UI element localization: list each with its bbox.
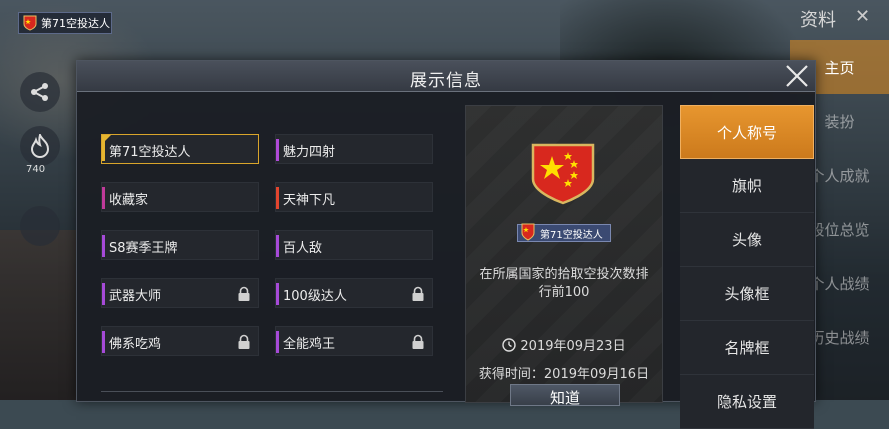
rarity-bar [102,331,105,353]
rarity-bar [102,187,105,209]
tab-avatar-frame[interactable]: 头像框 [680,267,814,321]
lock-icon [412,334,424,349]
flame-icon [30,134,50,158]
china-flag-icon [521,223,535,241]
title-item[interactable]: 天神下凡 [275,182,433,212]
share-icon [31,83,48,101]
profile-menu-title: 资料 [800,10,836,31]
title-item[interactable]: 武器大师 [101,278,259,308]
title-item-name: S8赛季王牌 [109,241,178,256]
dialog-close-button[interactable] [779,61,815,91]
title-description: 在所属国家的拾取空投次数排行前100 [466,266,662,302]
title-item[interactable]: 100级达人 [275,278,433,308]
title-item[interactable]: S8赛季王牌 [101,230,259,260]
lock-icon [412,286,424,301]
rarity-bar [102,235,105,257]
title-item[interactable]: 百人敌 [275,230,433,260]
title-item[interactable]: 收藏家 [101,182,259,212]
title-badge: 第71空投达人 [517,223,611,242]
clock-icon [502,338,517,352]
china-flag-icon [23,15,37,31]
title-item-name: 魅力四射 [283,145,336,160]
title-item-name: 全能鸡王 [283,337,336,352]
category-tabs: 个人称号 旗帜 头像 头像框 名牌框 隐私设置 [680,105,814,429]
dialog-title: 展示信息 [410,71,482,91]
rarity-bar [276,139,279,161]
popularity-count: 740 [26,164,46,175]
obtained-time: 获得时间：2019年09月16日 [478,367,650,382]
title-item-name: 佛系吃鸡 [109,337,162,352]
expiry-date-text: 2019年09月23日 [520,339,626,354]
ok-button[interactable]: 知道 [510,384,620,407]
lock-icon [238,286,250,301]
title-item[interactable]: 第71空投达人 [101,134,259,164]
popularity-button[interactable] [20,126,60,166]
dialog-header: 展示信息 [77,61,815,92]
display-info-dialog: 展示信息 第71空投达人 魅力四射收藏家 天神下凡 S8赛季王牌 百人敌武器大师 100级… [76,60,816,429]
tab-personal-title[interactable]: 个人称号 [680,105,814,159]
title-item-name: 百人敌 [283,241,323,256]
title-description-text: 在所属国家的拾取空投次数排行前100 [479,267,649,300]
title-badge-text: 第71空投达人 [540,230,603,241]
title-item-name: 天神下凡 [283,193,336,208]
rarity-bar [276,331,279,353]
side-button[interactable] [20,206,60,246]
tab-avatar[interactable]: 头像 [680,213,814,267]
title-item-name: 收藏家 [109,193,149,208]
tab-nameplate-frame[interactable]: 名牌框 [680,321,814,375]
rarity-bar [276,283,279,305]
rarity-bar [276,187,279,209]
player-title-badge: 第71空投达人 [18,12,112,34]
share-button[interactable] [20,72,60,112]
title-item[interactable]: 佛系吃鸡 [101,326,259,356]
title-item-name: 100级达人 [283,289,347,304]
title-item[interactable]: 全能鸡王 [275,326,433,356]
china-flag-emblem-icon [531,143,595,205]
title-detail-panel: 第71空投达人 在所属国家的拾取空投次数排行前100 2019年09月23日 获… [465,105,663,407]
lock-icon [238,334,250,349]
title-item-name: 武器大师 [109,289,162,304]
expiry-date: 2019年09月23日 [466,335,662,354]
tab-privacy-settings[interactable]: 隐私设置 [680,375,814,429]
rarity-bar [102,283,105,305]
tab-flag[interactable]: 旗帜 [680,159,814,213]
title-item[interactable]: 魅力四射 [275,134,433,164]
divider [101,391,443,392]
title-item-name: 第71空投达人 [109,145,191,160]
player-title-text: 第71空投达人 [41,17,110,30]
close-icon [786,65,808,87]
background-close-icon[interactable]: ✕ [855,6,870,27]
rarity-bar [276,235,279,257]
